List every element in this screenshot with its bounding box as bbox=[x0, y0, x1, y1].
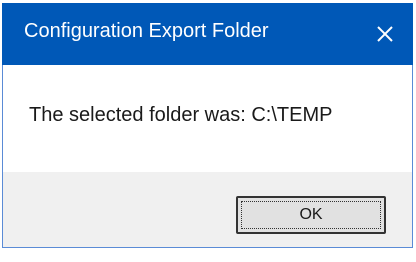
dialog-footer: OK bbox=[2, 172, 413, 248]
title-bar[interactable]: Configuration Export Folder bbox=[2, 3, 413, 65]
ok-button[interactable]: OK bbox=[236, 196, 386, 234]
message-dialog: Configuration Export Folder The selected… bbox=[0, 0, 416, 262]
dialog-content: The selected folder was: C:\TEMP bbox=[2, 65, 413, 172]
close-button[interactable] bbox=[357, 3, 413, 65]
close-icon bbox=[377, 26, 393, 42]
window-title: Configuration Export Folder bbox=[24, 20, 269, 42]
ok-button-label: OK bbox=[241, 201, 381, 229]
message-text: The selected folder was: C:\TEMP bbox=[29, 104, 333, 126]
